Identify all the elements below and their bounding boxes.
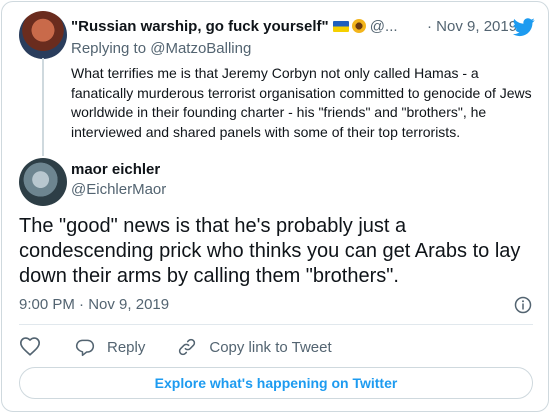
embedded-tweet-card: "Russian warship, go fuck yourself" @...… <box>1 1 549 412</box>
sunflower-icon <box>351 19 366 33</box>
heart-icon <box>20 337 40 356</box>
thread-line <box>42 58 44 156</box>
like-button[interactable] <box>19 336 41 358</box>
twitter-bird-icon[interactable] <box>512 16 536 38</box>
ukraine-flag-icon <box>332 21 349 32</box>
replying-to: Replying to @MatzoBalling <box>71 39 251 59</box>
parent-display-name[interactable]: "Russian warship, go fuck yourself" <box>71 18 329 35</box>
tweet-timestamp[interactable]: 9:00 PM · Nov 9, 2019 <box>19 295 169 315</box>
parent-tweet[interactable]: "Russian warship, go fuck yourself" @...… <box>2 2 550 156</box>
link-icon <box>179 338 196 356</box>
replying-handle[interactable]: @MatzoBalling <box>150 40 251 57</box>
parent-date-wrap: · Nov 9, 2019 <box>427 16 517 38</box>
parent-avatar[interactable] <box>19 11 67 59</box>
copy-link-label: Copy link to Tweet <box>209 338 332 356</box>
divider <box>19 324 533 325</box>
reply-date[interactable]: Nov 9, 2019 <box>88 296 169 313</box>
reply-separator: · <box>79 296 85 313</box>
tweet-actions: Reply Copy link to Tweet <box>19 336 364 358</box>
reply-bubble-icon <box>75 339 95 357</box>
explore-twitter-button[interactable]: Explore what's happening on Twitter <box>19 367 533 399</box>
copy-link-button[interactable]: Copy link to Tweet <box>177 337 332 357</box>
reply-tweet-text: The "good" news is that he's probably ju… <box>19 215 521 287</box>
parent-separator: · <box>427 18 432 35</box>
reply-label: Reply <box>107 338 146 356</box>
reply-time[interactable]: 9:00 PM <box>19 296 75 313</box>
reply-display-name[interactable]: maor eichler <box>71 160 160 180</box>
info-icon[interactable] <box>514 296 532 314</box>
parent-tweet-text: What terrifies me is that Jeremy Corbyn … <box>71 65 532 140</box>
reply-handle[interactable]: @EichlerMaor <box>71 180 166 200</box>
replying-prefix: Replying to <box>71 40 151 57</box>
reply-button[interactable]: Reply <box>75 337 145 357</box>
reply-avatar[interactable] <box>19 158 67 206</box>
parent-date[interactable]: Nov 9, 2019 <box>436 18 517 35</box>
parent-handle[interactable]: @... <box>370 18 398 35</box>
